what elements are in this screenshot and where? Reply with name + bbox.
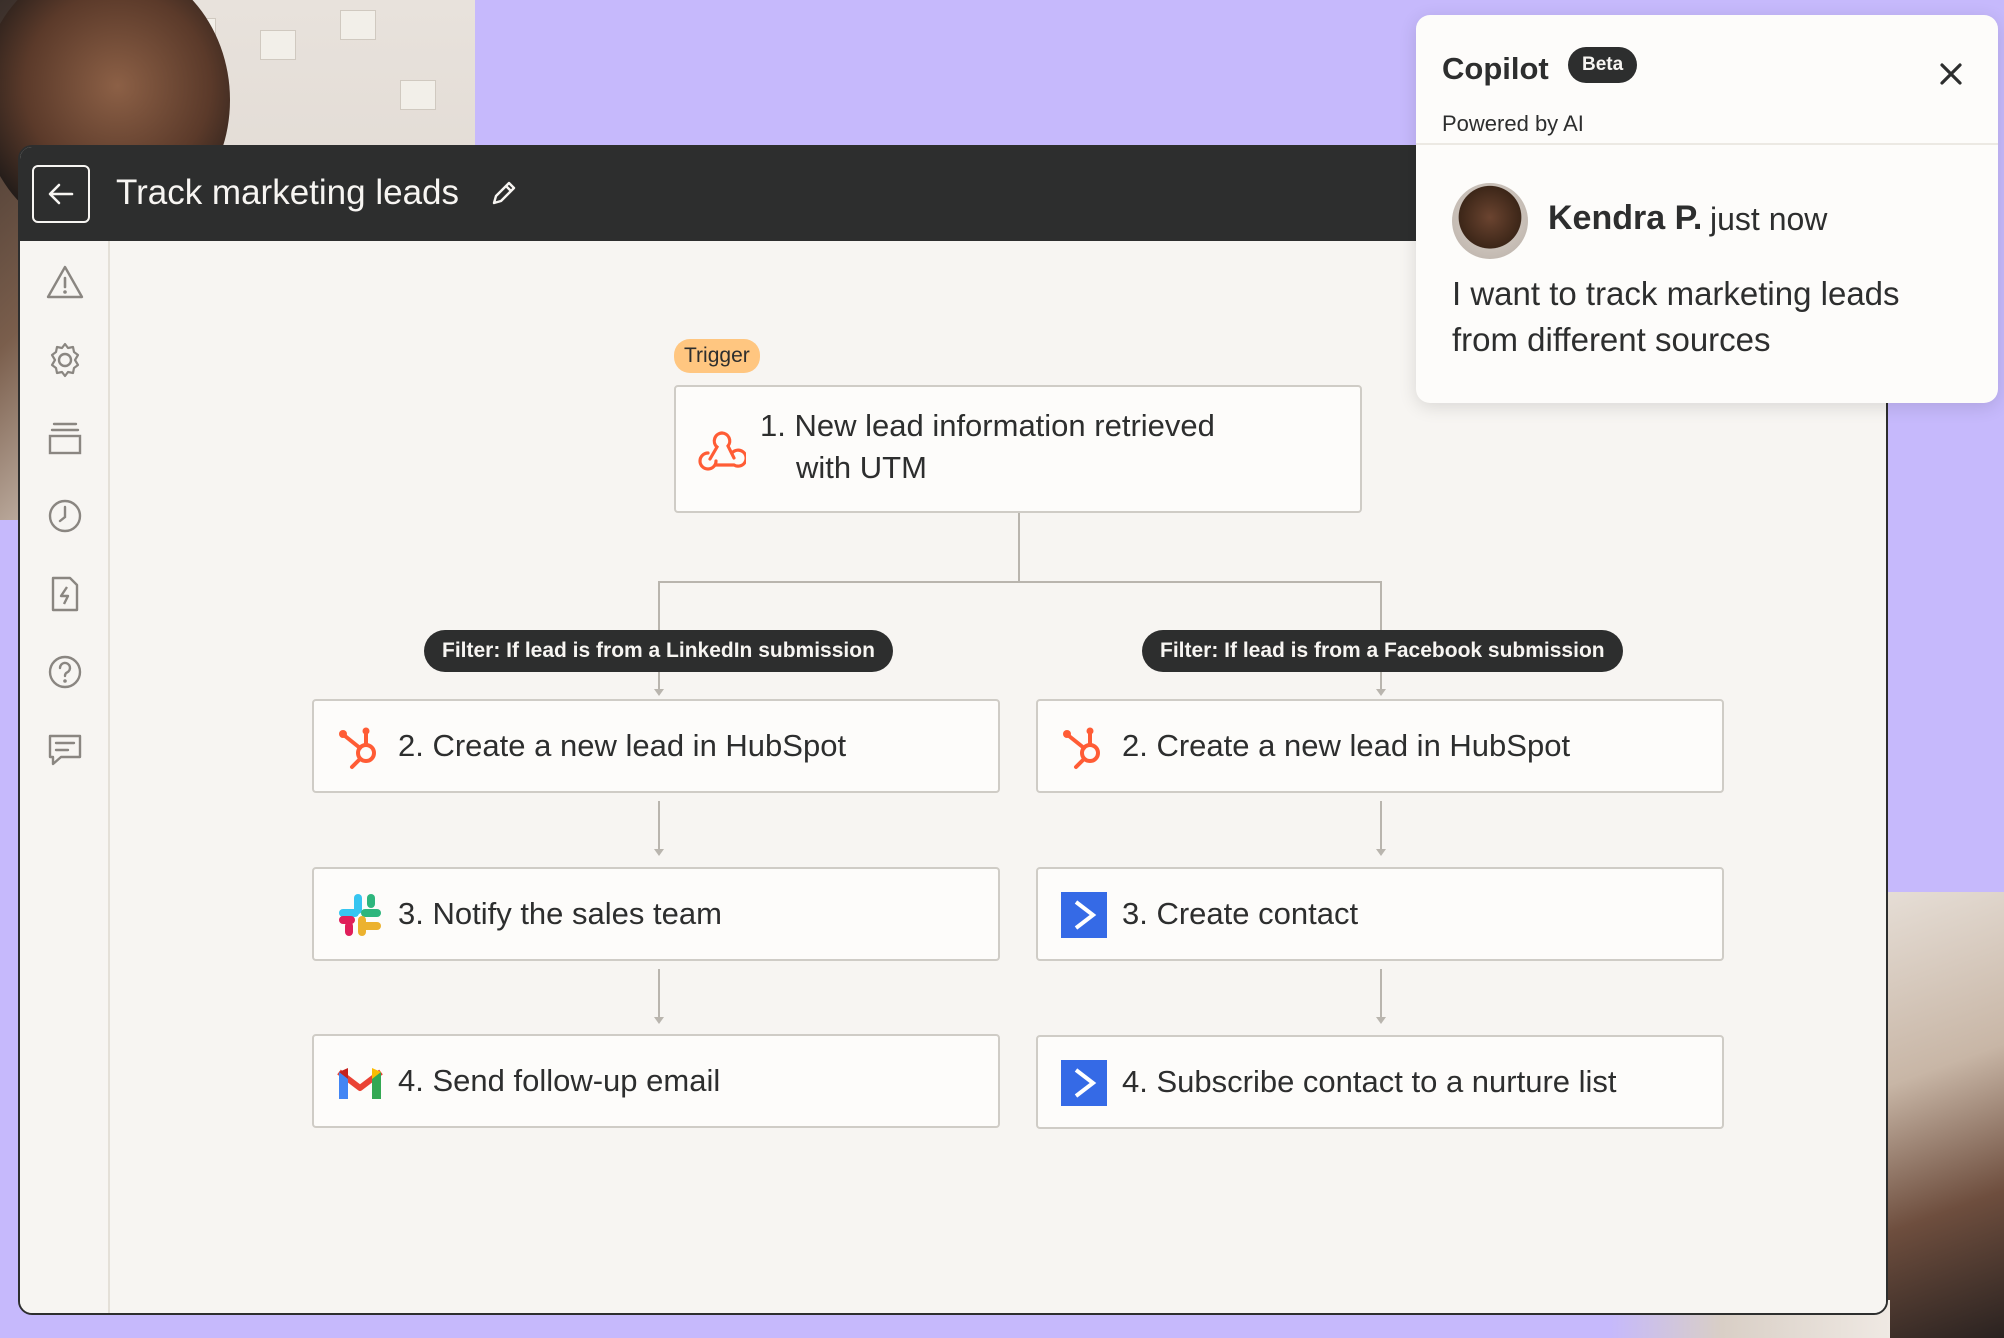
- wall-note: [260, 30, 296, 60]
- connector-line: [1380, 801, 1382, 851]
- arrow-left-icon: [48, 183, 74, 205]
- webhook-icon: [698, 425, 746, 473]
- connector-arrow: [654, 1017, 664, 1024]
- warning-icon[interactable]: [44, 261, 86, 303]
- message-time: just now: [1710, 201, 1828, 237]
- connector-line: [658, 581, 1381, 583]
- connector-arrow: [654, 689, 664, 696]
- editor-sidebar: [20, 241, 110, 1313]
- hubspot-icon: [1060, 723, 1108, 771]
- connector-line: [1018, 512, 1020, 582]
- message-text: I want to track marketing leads from dif…: [1452, 275, 1900, 358]
- step-label: 4. Subscribe contact to a nurture list: [1122, 1064, 1617, 1099]
- history-icon[interactable]: [44, 495, 86, 537]
- background-photo: [1880, 892, 2004, 1338]
- copilot-name: Copilot: [1442, 51, 1549, 86]
- help-icon[interactable]: [44, 651, 86, 693]
- connector-arrow: [1376, 689, 1386, 696]
- activecampaign-icon: [1060, 1059, 1108, 1107]
- step-label: 3. Create contact: [1122, 896, 1359, 931]
- connector-line: [1380, 969, 1382, 1019]
- back-button[interactable]: [32, 165, 90, 223]
- slack-icon: [336, 891, 384, 939]
- close-icon[interactable]: [1936, 59, 1966, 89]
- step-label: 3. Notify the sales team: [398, 896, 722, 931]
- connector-line: [658, 801, 660, 851]
- trigger-step-label-line2: with UTM: [796, 450, 927, 485]
- settings-icon[interactable]: [44, 339, 86, 381]
- copilot-panel: Copilot Beta Powered by AI Kendra P. jus…: [1416, 15, 1998, 403]
- activecampaign-icon: [1060, 891, 1108, 939]
- avatar: [1452, 183, 1528, 259]
- pencil-icon[interactable]: [488, 177, 520, 209]
- step-left-2[interactable]: 2. Create a new lead in HubSpot: [312, 699, 1000, 793]
- filter-facebook[interactable]: Filter: If lead is from a Facebook submi…: [1142, 630, 1623, 672]
- copilot-subtitle: Powered by AI: [1442, 111, 1584, 136]
- hubspot-icon: [336, 723, 384, 771]
- zap-file-icon[interactable]: [44, 573, 86, 615]
- trigger-step-label-line1: 1. New lead information retrieved: [760, 408, 1215, 443]
- step-left-4[interactable]: 4. Send follow-up email: [312, 1034, 1000, 1128]
- trigger-step[interactable]: 1. New lead information retrieved with U…: [674, 385, 1362, 513]
- comments-icon[interactable]: [44, 729, 86, 771]
- gmail-icon: [336, 1058, 384, 1106]
- connector-arrow: [654, 849, 664, 856]
- step-right-3[interactable]: 3. Create contact: [1036, 867, 1724, 961]
- step-left-3[interactable]: 3. Notify the sales team: [312, 867, 1000, 961]
- message-author: Kendra P.: [1548, 199, 1703, 237]
- step-label: 2. Create a new lead in HubSpot: [1122, 728, 1571, 763]
- wall-note: [340, 10, 376, 40]
- step-right-4[interactable]: 4. Subscribe contact to a nurture list: [1036, 1035, 1724, 1129]
- zap-title: Track marketing leads: [116, 173, 459, 212]
- versions-icon[interactable]: [44, 417, 86, 459]
- step-label: 4. Send follow-up email: [398, 1063, 721, 1098]
- beta-badge: Beta: [1568, 47, 1638, 83]
- filter-linkedin[interactable]: Filter: If lead is from a LinkedIn submi…: [424, 630, 893, 672]
- connector-arrow: [1376, 849, 1386, 856]
- connector-line: [658, 969, 660, 1019]
- copilot-header: Copilot Beta Powered by AI: [1416, 15, 1998, 145]
- step-right-2[interactable]: 2. Create a new lead in HubSpot: [1036, 699, 1724, 793]
- connector-arrow: [1376, 1017, 1386, 1024]
- trigger-badge: Trigger: [674, 339, 760, 373]
- wall-note: [400, 80, 436, 110]
- step-label: 2. Create a new lead in HubSpot: [398, 728, 847, 763]
